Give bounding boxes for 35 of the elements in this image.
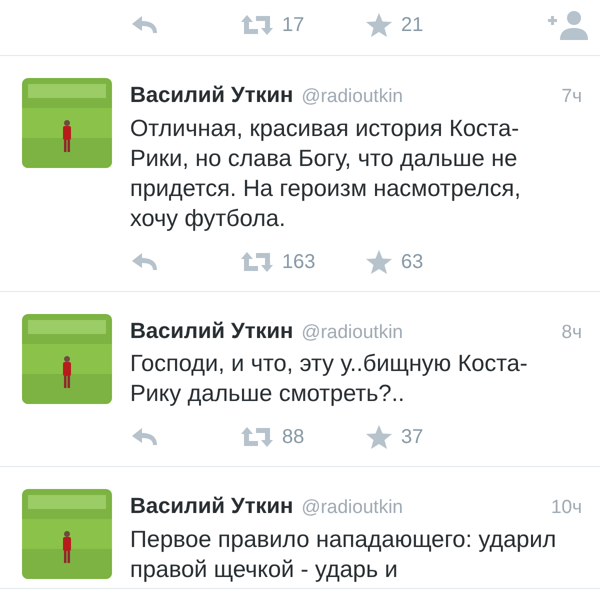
author-name[interactable]: Василий Уткин (130, 314, 294, 346)
tweet-text: Господи, и что, эту у..бищную Коста-Рику дальше смотреть?.. (130, 349, 529, 408)
favorite-button[interactable]: 21 (365, 10, 515, 40)
tweet-text: Отличная, красивая история Коста-Рики, но слава Богу, что дальше не придется. На героизм насмотрелся, хочу футбола. (130, 114, 522, 232)
author-handle: @radioutkin (301, 85, 403, 109)
star-icon (365, 12, 393, 38)
tweet-time: 8ч (562, 320, 582, 344)
retweet-button[interactable]: 88 (240, 422, 365, 452)
retweet-icon (240, 250, 274, 272)
reply-icon (130, 250, 160, 272)
favorite-button[interactable]: 63 (365, 246, 515, 276)
favorite-count: 37 (401, 425, 424, 450)
author-name[interactable]: Василий Уткин (130, 78, 294, 111)
retweet-button[interactable]: 163 (240, 246, 365, 276)
retweet-icon (240, 426, 274, 448)
tweet-time: 10ч (550, 496, 582, 520)
retweet-count: 163 (282, 250, 316, 274)
retweet-icon (240, 14, 274, 36)
star-icon (365, 424, 393, 450)
follow-button[interactable] (548, 9, 590, 41)
tweet-time: 7ч (562, 85, 582, 109)
retweet-count: 88 (282, 425, 304, 450)
reply-icon (130, 14, 160, 36)
favorite-button[interactable]: 37 (365, 422, 515, 452)
retweet-button[interactable]: 17 (240, 10, 365, 40)
favorite-count: 63 (401, 250, 424, 274)
author-handle: @radioutkin (301, 496, 403, 520)
star-icon (365, 248, 393, 274)
favorite-count: 21 (401, 13, 424, 38)
reply-icon (130, 426, 160, 448)
author-handle: @radioutkin (301, 320, 403, 344)
add-user-icon (548, 9, 590, 41)
tweet-text: Первое правило нападающего: ударил правой щечкой - ударь и (130, 524, 558, 584)
author-name[interactable]: Василий Уткин (130, 489, 294, 522)
retweet-count: 17 (282, 13, 304, 38)
